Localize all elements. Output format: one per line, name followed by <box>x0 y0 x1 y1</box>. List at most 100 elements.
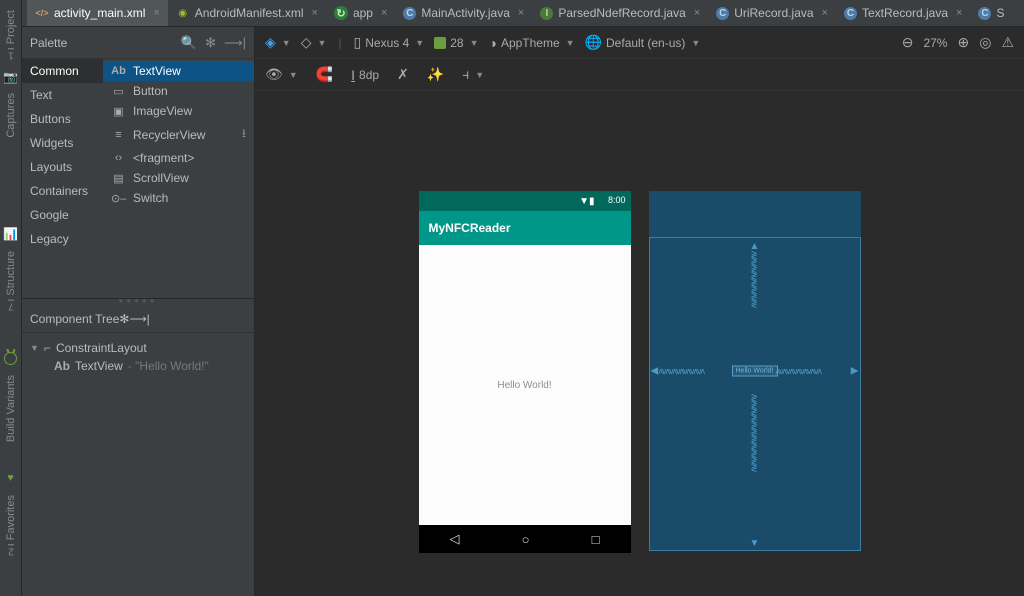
locale-select[interactable]: 🌐Default (en-us)▼ <box>585 34 701 51</box>
app-icon <box>334 6 348 20</box>
blueprint-preview[interactable]: ▲ ʌvʌvʌvʌvʌvʌvʌvʌv ◀ ʌvʌvʌvʌvʌvʌvʌ Hello… <box>649 191 861 551</box>
warnings-button[interactable]: ⚠ <box>1001 34 1014 51</box>
item-button[interactable]: ▭Button <box>103 81 254 101</box>
item-recyclerview[interactable]: ≡RecyclerView⭳ <box>103 121 254 148</box>
palette-title: Palette <box>30 36 67 50</box>
close-icon[interactable]: × <box>822 7 828 19</box>
item-fragment[interactable]: ‹›<fragment> <box>103 148 254 168</box>
item-scrollview[interactable]: ▤ScrollView <box>103 168 254 188</box>
manifest-icon <box>176 6 190 20</box>
scroll-icon: ▤ <box>111 172 126 185</box>
close-icon[interactable]: × <box>312 7 318 19</box>
tab-textrecord[interactable]: TextRecord.java× <box>836 0 970 26</box>
tab-app[interactable]: app× <box>326 0 395 26</box>
cat-widgets[interactable]: Widgets <box>22 131 103 155</box>
cat-text[interactable]: Text <box>22 83 103 107</box>
orientation-select[interactable]: ◇▼ <box>301 34 327 51</box>
gutter-structure[interactable]: 7Structure <box>5 251 17 312</box>
tab-urirecord[interactable]: UriRecord.java× <box>708 0 836 26</box>
app-bar: MyNFCReader <box>419 211 631 245</box>
gear-icon[interactable]: ✻ <box>119 312 129 326</box>
align-icon: ⫞ <box>462 66 469 83</box>
tab-mainactivity[interactable]: MainActivity.java× <box>395 0 532 26</box>
device-select[interactable]: ▯Nexus 4▼ <box>354 34 425 51</box>
cat-containers[interactable]: Containers <box>22 179 103 203</box>
list-icon: ≡ <box>111 129 126 141</box>
tree-child-textview[interactable]: AbTextView- "Hello World!" <box>30 357 246 375</box>
spring-top: ʌvʌvʌvʌvʌvʌvʌvʌv <box>750 251 760 346</box>
spring-left: ʌvʌvʌvʌvʌvʌvʌ <box>659 366 734 376</box>
design-surface[interactable]: ▼▮ 8:00 MyNFCReader Hello World! ◁ ○ □ ▲… <box>255 91 1024 596</box>
gutter-favorites[interactable]: 2Favorites <box>5 495 17 556</box>
close-icon[interactable]: × <box>694 7 700 19</box>
zoom-in-button[interactable]: ⊕ <box>957 34 969 51</box>
gutter-project[interactable]: 1Project <box>5 10 17 60</box>
recents-icon: □ <box>592 532 600 547</box>
hello-text[interactable]: Hello World! <box>497 380 551 391</box>
close-icon[interactable]: × <box>153 7 159 19</box>
component-tree: ▼⌐ConstraintLayout AbTextView- "Hello Wo… <box>22 333 254 381</box>
design-preview[interactable]: ▼▮ 8:00 MyNFCReader Hello World! ◁ ○ □ <box>419 191 631 553</box>
api-select[interactable]: 28▼ <box>434 36 478 50</box>
tree-root[interactable]: ▼⌐ConstraintLayout <box>30 339 246 357</box>
back-icon: ◁ <box>450 531 460 547</box>
gutter-captures[interactable]: Captures <box>5 93 17 138</box>
java-class-icon <box>716 7 729 20</box>
close-icon[interactable]: × <box>381 7 387 19</box>
tab-manifest[interactable]: AndroidManifest.xml× <box>168 0 326 26</box>
tab-more[interactable]: S <box>970 0 1012 26</box>
phone-body[interactable]: Hello World! <box>419 245 631 525</box>
home-icon: ○ <box>522 532 530 547</box>
infer-constraints-button[interactable]: ✨ <box>427 66 444 83</box>
wifi-icon: ▼▮ <box>579 196 594 207</box>
magnet-button[interactable]: 🧲 <box>316 66 333 83</box>
zoom-out-button[interactable]: ⊖ <box>902 34 914 51</box>
layout-icon: ⌐ <box>44 341 51 355</box>
button-icon: ▭ <box>111 85 126 98</box>
phone-icon: ▯ <box>354 34 362 51</box>
tab-activity-main[interactable]: activity_main.xml× <box>27 0 168 26</box>
clear-constraints-button[interactable]: ✗ <box>397 66 409 83</box>
surface-select[interactable]: ◈▼ <box>265 34 291 51</box>
cat-google[interactable]: Google <box>22 203 103 227</box>
gear-icon[interactable]: ✻ <box>205 35 216 51</box>
designer-toolbar-2: 👁▼ 🧲 I8dp ✗ ✨ ⫞▼ <box>255 59 1024 91</box>
image-icon: ▣ <box>111 105 126 118</box>
zoom-fit-button[interactable]: ◎ <box>979 34 991 51</box>
clear-icon: ✗ <box>397 66 409 83</box>
theme-select[interactable]: ◑AppTheme▼ <box>488 35 574 51</box>
eye-icon: 👁 <box>265 66 283 83</box>
blueprint-textview[interactable]: Hello World! <box>732 366 778 377</box>
wand-icon: ✨ <box>427 66 444 83</box>
xml-icon <box>35 6 49 20</box>
magnet-icon: 🧲 <box>316 66 333 83</box>
cat-layouts[interactable]: Layouts <box>22 155 103 179</box>
close-icon[interactable]: × <box>518 7 524 19</box>
fragment-icon: ‹› <box>111 152 126 164</box>
cat-common[interactable]: Common <box>22 59 103 83</box>
java-class-icon <box>844 7 857 20</box>
tab-parsedndef[interactable]: ParsedNdefRecord.java× <box>532 0 708 26</box>
android-icon <box>4 352 17 365</box>
android-green-icon <box>434 37 446 49</box>
layers-icon: ◈ <box>265 34 276 51</box>
java-interface-icon <box>540 7 553 20</box>
margin-select[interactable]: I8dp <box>351 67 379 83</box>
component-tree-header: Component Tree ✻ ⟶| <box>22 305 254 333</box>
zoom-label: 27% <box>923 36 947 50</box>
item-switch[interactable]: ⊙–Switch <box>103 188 254 208</box>
item-textview[interactable]: AbTextView <box>103 61 254 81</box>
download-icon[interactable]: ⭳ <box>242 124 246 145</box>
cat-legacy[interactable]: Legacy <box>22 227 103 251</box>
collapse-icon[interactable]: ⟶| <box>129 312 149 326</box>
collapse-icon[interactable]: ⟶| <box>224 35 246 51</box>
close-icon[interactable]: × <box>956 7 962 19</box>
chevron-down-icon[interactable]: ▼ <box>30 343 39 353</box>
align-button[interactable]: ⫞▼ <box>462 66 484 83</box>
gutter-variants[interactable]: Build Variants <box>5 375 17 442</box>
search-icon[interactable]: 🔍 <box>181 35 197 51</box>
item-imageview[interactable]: ▣ImageView <box>103 101 254 121</box>
cat-buttons[interactable]: Buttons <box>22 107 103 131</box>
editor-tabs: activity_main.xml× AndroidManifest.xml× … <box>0 0 1024 27</box>
view-mode-button[interactable]: 👁▼ <box>265 66 298 83</box>
